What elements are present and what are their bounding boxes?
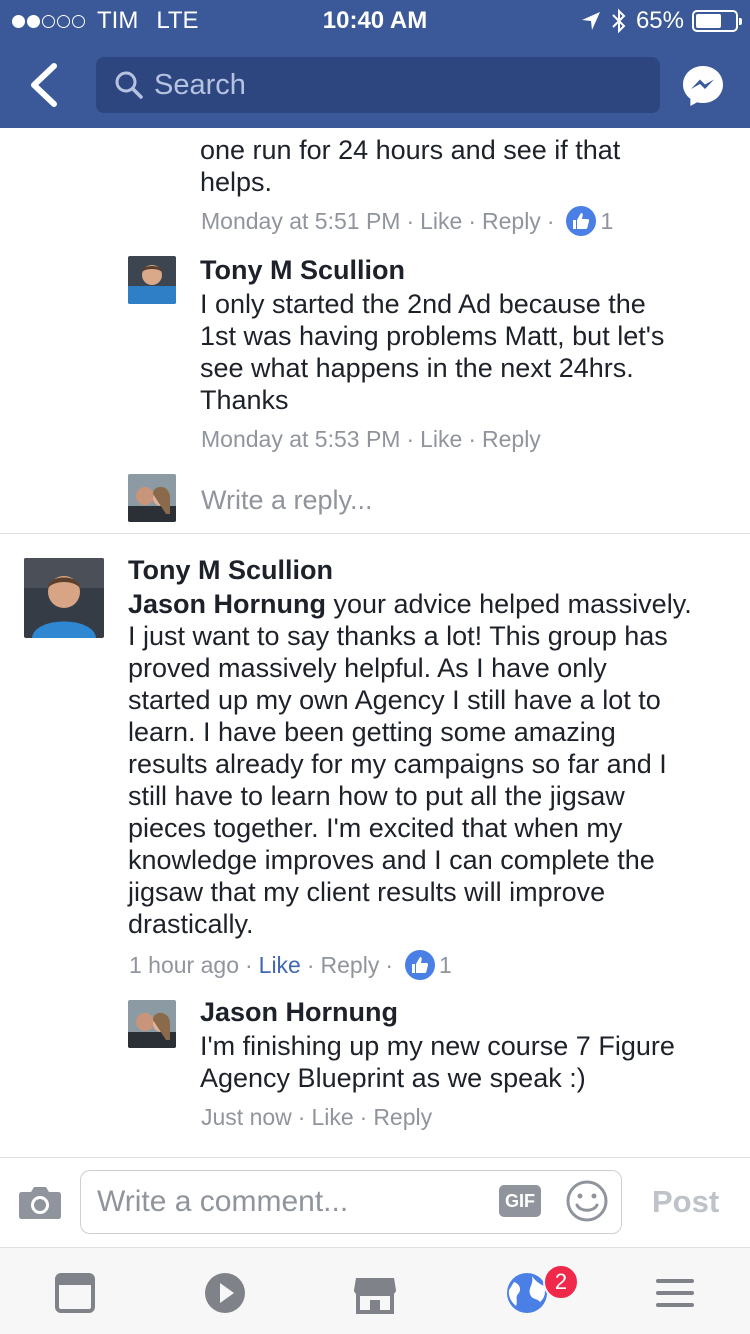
reply-line: I only started the 2nd Ad because the <box>200 289 646 319</box>
like-button[interactable]: Like <box>311 1104 353 1131</box>
timestamp[interactable]: Just now <box>201 1104 292 1131</box>
like-count: 1 <box>439 951 452 978</box>
avatar[interactable] <box>128 256 176 304</box>
reply-button[interactable]: Reply <box>321 952 380 979</box>
reply-meta: Monday at 5:53 PM · Like · Reply <box>201 426 541 453</box>
comment-line: proved massively helpful. As I have only <box>128 653 607 683</box>
comment-meta: 1 hour ago · Like · Reply · 1 <box>129 948 452 982</box>
comment-meta: Monday at 5:51 PM · Like · Reply · 1 <box>201 204 613 238</box>
battery-percent: 65% <box>635 7 684 34</box>
tab-marketplace[interactable] <box>350 1268 400 1318</box>
comment-line: I just want to say thanks a lot! This gr… <box>128 621 668 651</box>
comment-line: results already for my campaigns so far … <box>128 749 667 779</box>
location-arrow-icon <box>581 12 600 30</box>
comment-line: helps. <box>200 167 273 197</box>
comment-input[interactable] <box>97 1181 487 1223</box>
reply-line: 1st was having problems Matt, but let's <box>200 321 665 351</box>
mention-link[interactable]: Jason Hornung <box>128 589 326 619</box>
marketplace-icon <box>354 1278 396 1314</box>
battery-icon <box>692 10 742 32</box>
reply-author[interactable]: Jason Hornung <box>200 996 398 1028</box>
avatar[interactable] <box>128 1000 176 1048</box>
like-button[interactable]: Like <box>420 208 462 235</box>
messenger-button[interactable] <box>680 63 726 109</box>
video-icon <box>205 1273 245 1313</box>
camera-button[interactable] <box>18 1184 62 1225</box>
tab-menu[interactable] <box>650 1268 700 1318</box>
current-user-avatar <box>128 474 176 522</box>
search-icon <box>115 71 143 99</box>
timestamp[interactable]: Monday at 5:51 PM <box>201 208 400 235</box>
like-button[interactable]: Like <box>420 426 462 453</box>
comment-composer: GIF Post <box>0 1157 750 1247</box>
reply-button[interactable]: Reply <box>373 1104 432 1131</box>
comment-line: started up my own Agency I still have a … <box>128 685 661 715</box>
battery-level <box>696 14 721 28</box>
avatar[interactable] <box>24 558 104 638</box>
reply-line: see what happens in the next 24hrs. <box>200 353 634 383</box>
messenger-icon <box>683 66 723 106</box>
like-button[interactable]: Like <box>259 952 301 979</box>
tab-news-feed[interactable] <box>50 1268 100 1318</box>
divider <box>0 533 750 534</box>
reply-meta: Just now · Like · Reply <box>201 1104 433 1131</box>
reply-button[interactable]: Reply <box>482 208 541 235</box>
comment-first-line: Jason Hornung your advice helped massive… <box>128 588 692 620</box>
status-bar: TIM LTE 10:40 AM 65% <box>0 0 750 40</box>
comment-line: still have to learn how to put all the j… <box>128 781 625 811</box>
comment-line: one run for 24 hours and see if that <box>200 135 621 165</box>
comment-line: knowledge improves and I can complete th… <box>128 845 655 875</box>
reply-line: Agency Blueprint as we speak :) <box>200 1063 586 1093</box>
back-button[interactable] <box>22 60 66 110</box>
top-navigation-bar: TIM LTE 10:40 AM 65% <box>0 0 750 128</box>
chevron-left-icon <box>31 63 57 107</box>
comment-line: pieces together. I'm excited that when m… <box>128 813 623 843</box>
thumbs-up-icon[interactable] <box>564 204 599 238</box>
timestamp[interactable]: 1 hour ago <box>129 952 239 979</box>
comment-box[interactable]: GIF <box>80 1170 622 1234</box>
comment-line: learn. I have been getting some amazing <box>128 717 616 747</box>
like-count: 1 <box>600 207 614 234</box>
post-button[interactable]: Post <box>652 1184 719 1220</box>
emoji-button[interactable] <box>565 1179 609 1228</box>
reply-author[interactable]: Tony M Scullion <box>200 254 405 286</box>
bluetooth-icon <box>612 8 626 34</box>
comment-author[interactable]: Tony M Scullion <box>128 554 333 586</box>
search-input[interactable] <box>154 68 624 102</box>
comment-text: your advice helped massively. <box>326 589 692 619</box>
bottom-tab-bar: 2 <box>0 1247 750 1334</box>
write-reply-input[interactable]: Write a reply... <box>201 484 373 516</box>
menu-icon <box>656 1279 694 1307</box>
timestamp[interactable]: Monday at 5:53 PM <box>201 426 400 453</box>
smiley-icon <box>566 1180 608 1222</box>
notification-badge: 2 <box>543 1264 579 1300</box>
comment-line: drastically. <box>128 909 254 939</box>
reply-line: I'm finishing up my new course 7 Figure <box>200 1031 675 1061</box>
thumbs-up-icon[interactable] <box>403 948 438 982</box>
reply-line: Thanks <box>200 385 289 415</box>
search-bar[interactable] <box>96 57 660 113</box>
comment-line: jigsaw that my client results will impro… <box>128 877 606 907</box>
news-feed-icon <box>55 1273 95 1313</box>
reply-button[interactable]: Reply <box>482 426 541 453</box>
tab-video[interactable] <box>200 1268 250 1318</box>
gif-button[interactable]: GIF <box>499 1185 541 1217</box>
camera-icon <box>19 1187 61 1219</box>
comment-thread: one run for 24 hours and see if that one… <box>0 128 750 1157</box>
